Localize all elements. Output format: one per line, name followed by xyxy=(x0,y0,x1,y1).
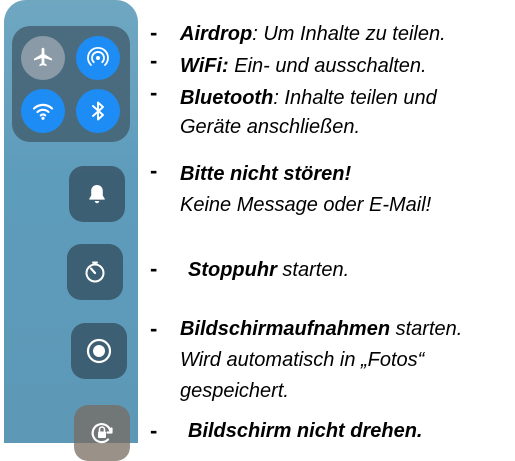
screen-recording-button[interactable] xyxy=(71,323,127,379)
wifi-icon xyxy=(32,103,54,120)
note-recording-line3: gespeichert. xyxy=(180,380,289,402)
note-term: Bitte nicht stören! xyxy=(180,163,352,185)
note-dnd-line2: Keine Message oder E-Mail! xyxy=(180,194,432,216)
bullet-dash: - xyxy=(150,418,158,443)
note-text: starten. xyxy=(390,318,463,340)
note-term: Stoppuhr xyxy=(188,259,277,281)
bullet-dash: - xyxy=(150,158,158,183)
note-rotation: Bildschirm nicht drehen. xyxy=(188,421,422,441)
bullet-dash: - xyxy=(150,80,158,105)
airdrop-icon xyxy=(87,46,109,66)
bluetooth-toggle[interactable] xyxy=(76,89,120,133)
airplane-icon xyxy=(34,47,52,67)
wifi-toggle[interactable] xyxy=(21,89,65,133)
note-recording-line2: Wird automatisch in „Fotos“ xyxy=(180,349,425,371)
note-stopwatch: Stoppuhr starten. xyxy=(188,260,349,280)
note-term: Bildschirm nicht drehen. xyxy=(188,420,423,442)
note-recording: Bildschirmaufnahmen starten. xyxy=(180,319,462,339)
bullet-dash: - xyxy=(150,256,158,281)
note-text: starten. xyxy=(276,259,350,281)
note-dnd: Bitte nicht stören! xyxy=(180,164,351,184)
connectivity-module xyxy=(12,26,130,142)
bluetooth-icon xyxy=(92,101,104,121)
stopwatch-icon xyxy=(85,261,105,283)
note-term: WiFi: xyxy=(180,55,229,77)
note-term: Airdrop xyxy=(180,23,253,45)
bell-icon xyxy=(89,185,105,204)
bullet-dash: - xyxy=(150,316,158,341)
airdrop-toggle[interactable] xyxy=(76,36,120,80)
bullet-dash: - xyxy=(150,20,158,45)
note-airdrop: Airdrop: Um Inhalte zu teilen. xyxy=(180,24,446,44)
note-text: Ein- und ausschalten. xyxy=(228,55,427,77)
note-bluetooth-line2: Geräte anschließen. xyxy=(180,116,361,138)
stopwatch-button[interactable] xyxy=(67,244,123,300)
bullet-dash: - xyxy=(150,48,158,73)
note-bluetooth: Bluetooth: Inhalte teilen und xyxy=(180,88,437,108)
record-icon xyxy=(86,338,112,364)
note-text: : Um Inhalte zu teilen. xyxy=(252,23,446,45)
note-term: Bildschirmaufnahmen xyxy=(180,318,391,340)
control-center-panel xyxy=(4,0,138,461)
note-term: Bluetooth xyxy=(180,87,274,109)
airplane-mode-toggle[interactable] xyxy=(21,36,65,80)
orientation-lock-button[interactable] xyxy=(74,405,130,461)
do-not-disturb-button[interactable] xyxy=(69,166,125,222)
rotation-lock-icon xyxy=(91,423,113,444)
note-text: : Inhalte teilen und xyxy=(273,87,437,109)
note-wifi: WiFi: Ein- und ausschalten. xyxy=(180,56,427,76)
